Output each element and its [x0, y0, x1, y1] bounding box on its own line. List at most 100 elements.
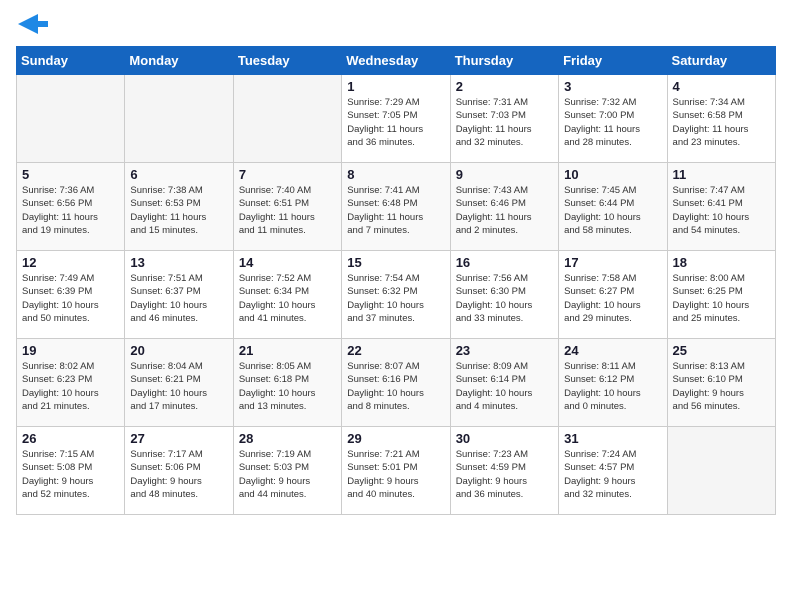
day-number: 9	[456, 167, 553, 182]
day-number: 2	[456, 79, 553, 94]
day-number: 16	[456, 255, 553, 270]
day-info: Sunrise: 8:00 AM Sunset: 6:25 PM Dayligh…	[673, 272, 770, 325]
calendar-cell: 10Sunrise: 7:45 AM Sunset: 6:44 PM Dayli…	[559, 163, 667, 251]
day-number: 31	[564, 431, 661, 446]
calendar-cell: 6Sunrise: 7:38 AM Sunset: 6:53 PM Daylig…	[125, 163, 233, 251]
calendar-cell: 21 Sunrise: 8:05 AM Sunset: 6:18 PM Dayli…	[233, 339, 341, 427]
calendar-cell	[233, 75, 341, 163]
page-header	[16, 16, 776, 34]
day-number: 27	[130, 431, 227, 446]
weekday-header-sunday: Sunday	[17, 47, 125, 75]
day-info: Sunrise: 7:34 AM Sunset: 6:58 PM Dayligh…	[673, 96, 770, 149]
day-info: Sunrise: 7:58 AM Sunset: 6:27 PM Dayligh…	[564, 272, 661, 325]
day-info: Sunrise: 8:04 AM Sunset: 6:21 PM Dayligh…	[130, 360, 227, 413]
day-number: 18	[673, 255, 770, 270]
day-number: 20	[130, 343, 227, 358]
calendar-cell: 11 Sunrise: 7:47 AM Sunset: 6:41 PM Dayli…	[667, 163, 775, 251]
calendar-cell: 31 Sunrise: 7:24 AM Sunset: 4:57 PM Dayli…	[559, 427, 667, 515]
calendar-body: 1 Sunrise: 7:29 AM Sunset: 7:05 PM Daylig…	[17, 75, 776, 515]
calendar-cell: 23Sunrise: 8:09 AM Sunset: 6:14 PM Dayli…	[450, 339, 558, 427]
day-info: Sunrise: 7:29 AM Sunset: 7:05 PM Dayligh…	[347, 96, 444, 149]
calendar-cell	[17, 75, 125, 163]
day-info: Sunrise: 7:41 AM Sunset: 6:48 PM Dayligh…	[347, 184, 444, 237]
day-number: 10	[564, 167, 661, 182]
calendar-week-5: 26Sunrise: 7:15 AM Sunset: 5:08 PM Dayli…	[17, 427, 776, 515]
calendar-cell: 29Sunrise: 7:21 AM Sunset: 5:01 PM Dayli…	[342, 427, 450, 515]
day-number: 4	[673, 79, 770, 94]
calendar-cell: 30 Sunrise: 7:23 AM Sunset: 4:59 PM Dayli…	[450, 427, 558, 515]
day-number: 24	[564, 343, 661, 358]
weekday-header-wednesday: Wednesday	[342, 47, 450, 75]
calendar-week-2: 5 Sunrise: 7:36 AM Sunset: 6:56 PM Daylig…	[17, 163, 776, 251]
day-number: 23	[456, 343, 553, 358]
calendar-cell: 17 Sunrise: 7:58 AM Sunset: 6:27 PM Dayli…	[559, 251, 667, 339]
calendar-header: SundayMondayTuesdayWednesdayThursdayFrid…	[17, 47, 776, 75]
day-info: Sunrise: 7:23 AM Sunset: 4:59 PM Dayligh…	[456, 448, 553, 501]
calendar-cell: 8 Sunrise: 7:41 AM Sunset: 6:48 PM Daylig…	[342, 163, 450, 251]
day-info: Sunrise: 7:19 AM Sunset: 5:03 PM Dayligh…	[239, 448, 336, 501]
calendar-cell: 13Sunrise: 7:51 AM Sunset: 6:37 PM Dayli…	[125, 251, 233, 339]
calendar-cell: 16 Sunrise: 7:56 AM Sunset: 6:30 PM Dayli…	[450, 251, 558, 339]
day-number: 3	[564, 79, 661, 94]
calendar-cell	[667, 427, 775, 515]
calendar-cell: 2 Sunrise: 7:31 AM Sunset: 7:03 PM Daylig…	[450, 75, 558, 163]
weekday-header-monday: Monday	[125, 47, 233, 75]
calendar-cell: 12Sunrise: 7:49 AM Sunset: 6:39 PM Dayli…	[17, 251, 125, 339]
day-info: Sunrise: 7:31 AM Sunset: 7:03 PM Dayligh…	[456, 96, 553, 149]
weekday-header-row: SundayMondayTuesdayWednesdayThursdayFrid…	[17, 47, 776, 75]
calendar-week-4: 19Sunrise: 8:02 AM Sunset: 6:23 PM Dayli…	[17, 339, 776, 427]
calendar-week-1: 1 Sunrise: 7:29 AM Sunset: 7:05 PM Daylig…	[17, 75, 776, 163]
day-number: 5	[22, 167, 119, 182]
day-number: 26	[22, 431, 119, 446]
calendar-table: SundayMondayTuesdayWednesdayThursdayFrid…	[16, 46, 776, 515]
day-info: Sunrise: 7:40 AM Sunset: 6:51 PM Dayligh…	[239, 184, 336, 237]
calendar-cell: 14Sunrise: 7:52 AM Sunset: 6:34 PM Dayli…	[233, 251, 341, 339]
day-number: 13	[130, 255, 227, 270]
day-info: Sunrise: 8:02 AM Sunset: 6:23 PM Dayligh…	[22, 360, 119, 413]
day-info: Sunrise: 8:07 AM Sunset: 6:16 PM Dayligh…	[347, 360, 444, 413]
calendar-cell: 26Sunrise: 7:15 AM Sunset: 5:08 PM Dayli…	[17, 427, 125, 515]
day-number: 8	[347, 167, 444, 182]
weekday-header-thursday: Thursday	[450, 47, 558, 75]
calendar-week-3: 12Sunrise: 7:49 AM Sunset: 6:39 PM Dayli…	[17, 251, 776, 339]
day-info: Sunrise: 7:56 AM Sunset: 6:30 PM Dayligh…	[456, 272, 553, 325]
logo-arrow-icon	[18, 14, 48, 34]
calendar-cell: 24Sunrise: 8:11 AM Sunset: 6:12 PM Dayli…	[559, 339, 667, 427]
day-number: 15	[347, 255, 444, 270]
calendar-cell: 20 Sunrise: 8:04 AM Sunset: 6:21 PM Dayli…	[125, 339, 233, 427]
calendar-cell: 22 Sunrise: 8:07 AM Sunset: 6:16 PM Dayli…	[342, 339, 450, 427]
day-info: Sunrise: 8:13 AM Sunset: 6:10 PM Dayligh…	[673, 360, 770, 413]
weekday-header-saturday: Saturday	[667, 47, 775, 75]
calendar-cell: 19Sunrise: 8:02 AM Sunset: 6:23 PM Dayli…	[17, 339, 125, 427]
day-number: 1	[347, 79, 444, 94]
day-info: Sunrise: 7:54 AM Sunset: 6:32 PM Dayligh…	[347, 272, 444, 325]
weekday-header-tuesday: Tuesday	[233, 47, 341, 75]
day-info: Sunrise: 7:17 AM Sunset: 5:06 PM Dayligh…	[130, 448, 227, 501]
day-number: 11	[673, 167, 770, 182]
day-info: Sunrise: 7:47 AM Sunset: 6:41 PM Dayligh…	[673, 184, 770, 237]
calendar-cell: 7Sunrise: 7:40 AM Sunset: 6:51 PM Daylig…	[233, 163, 341, 251]
calendar-cell: 1 Sunrise: 7:29 AM Sunset: 7:05 PM Daylig…	[342, 75, 450, 163]
calendar-cell: 25 Sunrise: 8:13 AM Sunset: 6:10 PM Dayli…	[667, 339, 775, 427]
day-number: 30	[456, 431, 553, 446]
day-number: 17	[564, 255, 661, 270]
day-info: Sunrise: 7:36 AM Sunset: 6:56 PM Dayligh…	[22, 184, 119, 237]
day-number: 6	[130, 167, 227, 182]
day-number: 14	[239, 255, 336, 270]
calendar-cell: 3 Sunrise: 7:32 AM Sunset: 7:00 PM Daylig…	[559, 75, 667, 163]
calendar-cell: 27 Sunrise: 7:17 AM Sunset: 5:06 PM Dayli…	[125, 427, 233, 515]
calendar-cell: 9Sunrise: 7:43 AM Sunset: 6:46 PM Daylig…	[450, 163, 558, 251]
day-info: Sunrise: 7:24 AM Sunset: 4:57 PM Dayligh…	[564, 448, 661, 501]
day-info: Sunrise: 7:32 AM Sunset: 7:00 PM Dayligh…	[564, 96, 661, 149]
day-number: 21	[239, 343, 336, 358]
day-number: 25	[673, 343, 770, 358]
day-number: 29	[347, 431, 444, 446]
day-number: 22	[347, 343, 444, 358]
day-number: 12	[22, 255, 119, 270]
day-info: Sunrise: 8:05 AM Sunset: 6:18 PM Dayligh…	[239, 360, 336, 413]
calendar-cell: 5 Sunrise: 7:36 AM Sunset: 6:56 PM Daylig…	[17, 163, 125, 251]
calendar-cell: 28 Sunrise: 7:19 AM Sunset: 5:03 PM Dayli…	[233, 427, 341, 515]
day-number: 28	[239, 431, 336, 446]
weekday-header-friday: Friday	[559, 47, 667, 75]
calendar-cell: 18 Sunrise: 8:00 AM Sunset: 6:25 PM Dayli…	[667, 251, 775, 339]
